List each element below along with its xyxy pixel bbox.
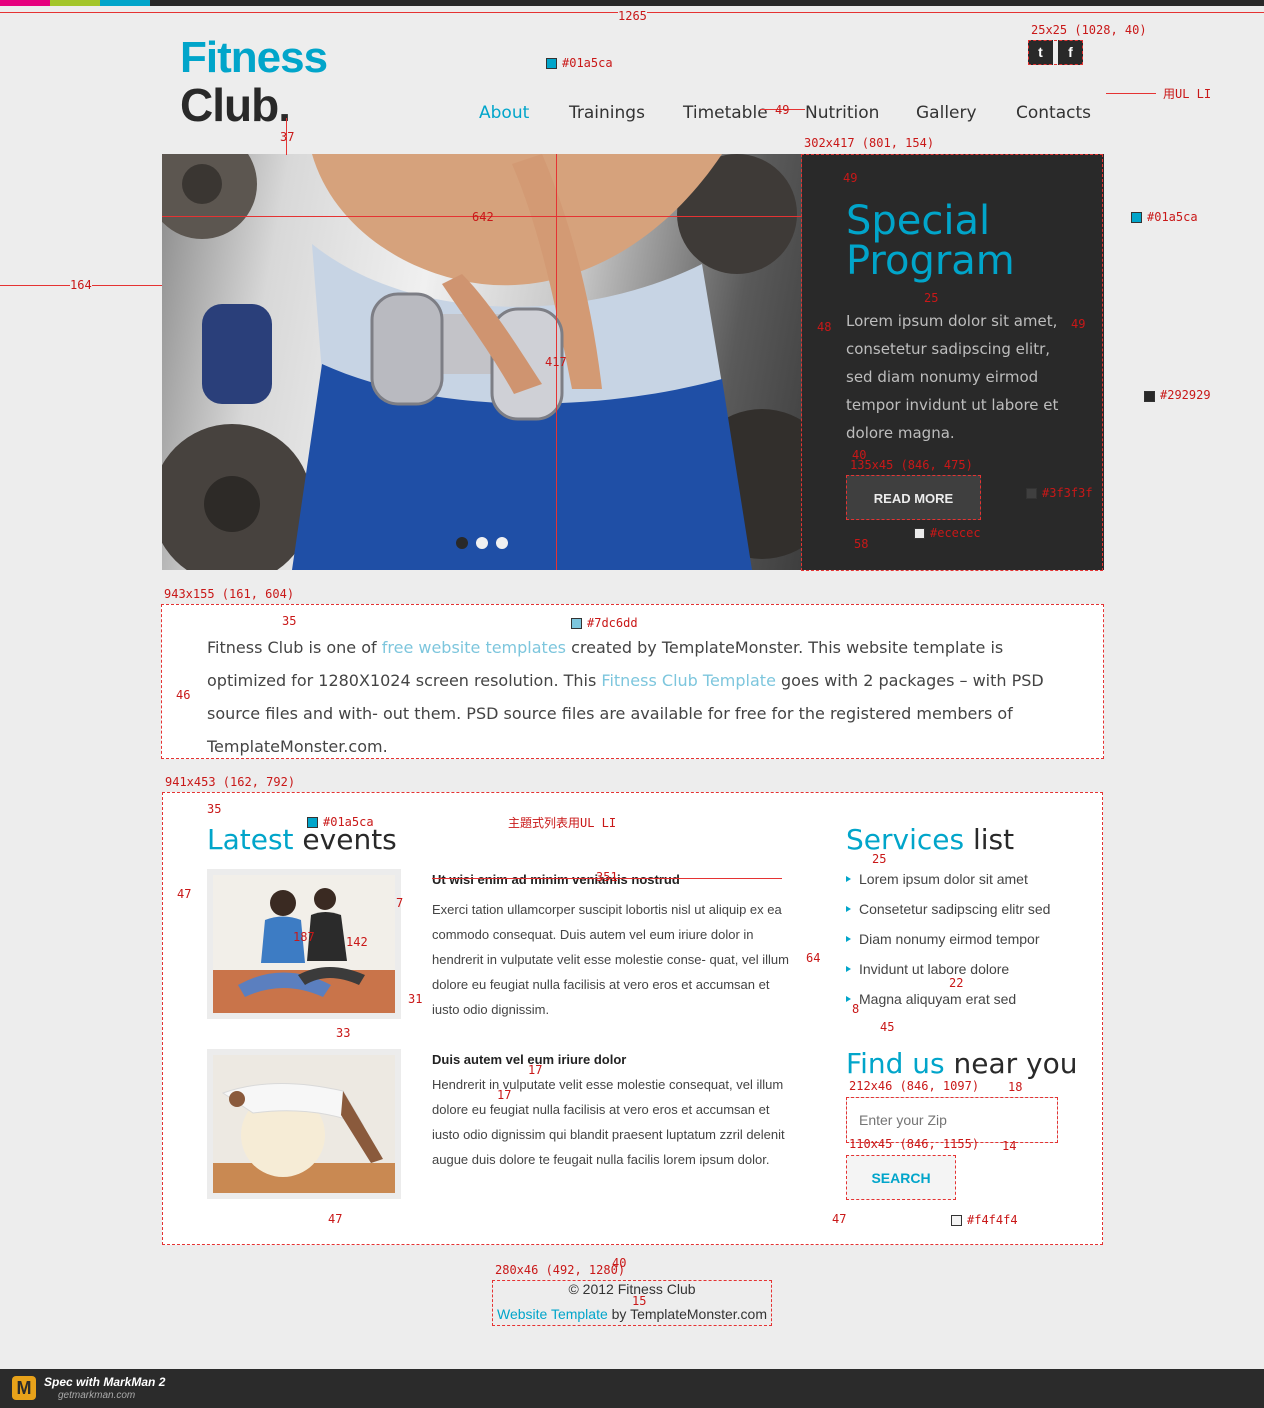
spec-ev-inner: 17 (528, 1063, 543, 1077)
spec-thumb-h: 142 (346, 935, 368, 949)
spec-swatch-search (951, 1215, 962, 1226)
spec-search-color: #f4f4f4 (967, 1213, 1018, 1227)
nav-gallery[interactable]: Gallery (916, 105, 977, 122)
spec-main-size: 941x453 (162, 792) (165, 775, 296, 789)
spec-link-color: #7dc6dd (587, 616, 638, 630)
nav-nutrition[interactable]: Nutrition (805, 105, 879, 122)
spec-main-top: 35 (207, 802, 222, 816)
spec-swatch-link (571, 618, 582, 629)
spec-page-width: 1265 (618, 9, 647, 23)
spec-panel-size: 302x417 (801, 154) (804, 136, 935, 150)
spec-social-box (1028, 40, 1083, 65)
logo-line2[interactable]: Club. (180, 82, 291, 128)
spec-swatch-btn (1026, 488, 1037, 499)
markman-bar: M Spec with MarkMan 2 getmarkman.com (0, 1369, 1264, 1408)
markman-url[interactable]: getmarkman.com (58, 1391, 135, 1401)
logo-line1[interactable]: Fitness (180, 36, 328, 80)
nav-contacts[interactable]: Contacts (1016, 105, 1091, 122)
spec-foot-line: 15 (632, 1294, 647, 1308)
spec-hero-height: 417 (545, 355, 567, 369)
spec-panel-right: 49 (1071, 317, 1086, 331)
spec-heading-color: #01a5ca (323, 815, 374, 829)
spec-ev-gap: 33 (336, 1026, 351, 1040)
spec-thumb-w: 187 (293, 930, 315, 944)
spec-panel-left: 48 (817, 320, 832, 334)
spec-zip-gap: 18 (1008, 1080, 1023, 1094)
spec-panel-top: 49 (843, 171, 858, 185)
spec-intro-size: 943x155 (161, 604) (164, 587, 295, 601)
spec-ev-right: 64 (806, 951, 821, 965)
spec-svc-bottom: 45 (880, 1020, 895, 1034)
spec-swatch-title (1131, 212, 1142, 223)
spec-social-size: 25x25 (1028, 40) (1031, 23, 1147, 37)
spec-intro-top: 35 (282, 614, 297, 628)
spec-ul-rule (1106, 93, 1156, 94)
spec-logo-gap: 37 (280, 130, 295, 144)
top-color-strip (0, 0, 1264, 6)
spec-hero-width: 642 (472, 210, 494, 224)
spec-ev-left: 47 (177, 887, 192, 901)
spec-search-box (846, 1155, 956, 1200)
spec-foot-size: 280x46 (492, 1280) (495, 1263, 626, 1277)
spec-btn-bottom: 58 (854, 537, 869, 551)
spec-zip-btn-gap: 14 (1002, 1139, 1017, 1153)
spec-title-color: #01a5ca (1147, 210, 1198, 224)
slider-dot-2[interactable] (476, 537, 488, 549)
spec-svc-line: 22 (949, 976, 964, 990)
spec-nav-color: #01a5ca (562, 56, 613, 70)
spec-thumb-text-gap: 31 (408, 992, 423, 1006)
spec-svc-bottom2: 47 (832, 1212, 847, 1226)
spec-ev-bottom: 47 (328, 1212, 343, 1226)
spec-btn-size: 135x45 (846, 475) (850, 458, 973, 472)
spec-swatch-heading (307, 817, 318, 828)
spec-intro-left: 46 (176, 688, 191, 702)
spec-btn-text-color: #ececec (930, 526, 981, 540)
spec-panel-color: #292929 (1160, 388, 1211, 402)
spec-swatch-panel (1144, 391, 1155, 402)
spec-ev-title-w: 351 (596, 870, 618, 884)
spec-search-size: 110x45 (846, 1155) (849, 1137, 980, 1151)
nav-about[interactable]: About (479, 105, 529, 122)
markman-label: Spec with MarkMan 2 (44, 1375, 166, 1389)
spec-swatch-nav (546, 58, 557, 69)
spec-svc-gap: 25 (872, 852, 887, 866)
spec-btn-color: #3f3f3f (1042, 486, 1093, 500)
spec-thumb-pad: 7 (396, 896, 404, 910)
spec-nav-gap: 49 (775, 103, 790, 117)
spec-btn-box (846, 475, 981, 520)
spec-ev-inner2: 17 (497, 1088, 512, 1102)
strip-blue (100, 0, 150, 6)
strip-magenta (0, 0, 50, 6)
spec-zip-size: 212x46 (846, 1097) (849, 1079, 980, 1093)
spec-ul-note: 用UL LI (1163, 87, 1212, 101)
spec-svc-indent: 8 (852, 1002, 860, 1016)
spec-swatch-btn-text (914, 528, 925, 539)
nav-timetable[interactable]: Timetable (683, 105, 768, 122)
markman-logo-icon: M (12, 1376, 36, 1400)
slider-dot-1[interactable] (456, 537, 468, 549)
spec-list-note: 主題式列表用UL LI (508, 816, 617, 830)
spec-left-margin: 164 (70, 278, 92, 292)
nav-trainings[interactable]: Trainings (569, 105, 645, 122)
spec-title-gap: 25 (924, 291, 939, 305)
strip-green (50, 0, 100, 6)
spec-main-box (162, 792, 1103, 1245)
slider-dot-3[interactable] (496, 537, 508, 549)
